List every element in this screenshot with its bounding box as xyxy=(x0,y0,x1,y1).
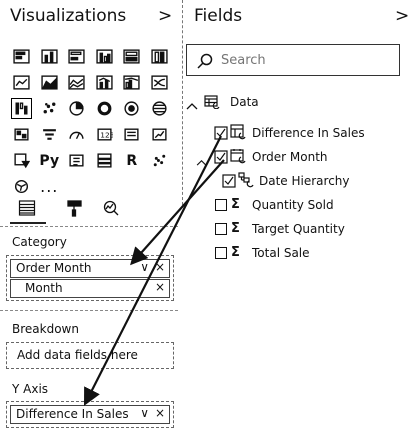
filled-map-icon[interactable] xyxy=(8,122,36,147)
checked-checkbox-icon[interactable] xyxy=(214,126,228,140)
field-pill-label: Difference In Sales xyxy=(16,407,129,421)
y-axis-well[interactable]: Difference In Sales ∨ × xyxy=(6,401,174,428)
category-field-order-month[interactable]: Order Month ∨ × xyxy=(10,259,170,278)
line-and-column-chart-icon[interactable] xyxy=(91,70,119,95)
svg-text:123: 123 xyxy=(100,131,113,140)
format-paint-roller-icon[interactable] xyxy=(64,196,86,220)
donut-chart-icon[interactable] xyxy=(91,96,119,121)
chevron-down-icon[interactable]: ∨ xyxy=(140,260,149,274)
category-field-month[interactable]: Month × xyxy=(10,279,170,298)
breakdown-placeholder: Add data fields here xyxy=(17,348,138,362)
table-icon xyxy=(204,94,220,113)
collapse-table-chevron-icon[interactable] xyxy=(186,95,198,114)
map-icon[interactable] xyxy=(146,96,174,121)
field-label: Order Month xyxy=(252,150,328,164)
tabs-divider xyxy=(0,226,178,227)
field-row-date-hierarchy[interactable] xyxy=(222,173,236,192)
category-well-label: Category xyxy=(12,235,67,249)
gauge-icon[interactable] xyxy=(63,122,91,147)
clustered-bar-chart-icon[interactable] xyxy=(63,44,91,69)
line-and-clustered-column-chart-icon[interactable] xyxy=(118,70,146,95)
kpi-icon[interactable] xyxy=(146,122,174,147)
field-label: Date Hierarchy xyxy=(259,174,350,188)
collapse-order-month-chevron-icon[interactable] xyxy=(196,151,207,170)
y-axis-field-difference-in-sales[interactable]: Difference In Sales ∨ × xyxy=(10,405,170,424)
chevron-down-icon[interactable]: ∨ xyxy=(140,406,149,420)
y-axis-well-label: Y Axis xyxy=(12,382,49,396)
100-percent-bar-chart-icon[interactable] xyxy=(118,44,146,69)
line-chart-icon[interactable] xyxy=(8,70,36,95)
multi-row-card-icon[interactable] xyxy=(118,122,146,147)
treemap-icon[interactable] xyxy=(118,96,146,121)
table-name-data[interactable]: Data xyxy=(230,95,259,109)
field-label[interactable]: Target Quantity xyxy=(252,222,345,236)
sigma-sum-icon: Σ xyxy=(231,197,240,212)
field-row-difference-in-sales[interactable] xyxy=(214,125,228,144)
funnel-icon[interactable] xyxy=(36,122,64,147)
analytics-magnifier-icon[interactable] xyxy=(100,196,122,220)
active-tab-underline xyxy=(10,222,46,224)
remove-field-icon[interactable]: × xyxy=(155,406,165,420)
search-input[interactable] xyxy=(221,51,391,69)
clustered-column-chart-icon[interactable] xyxy=(91,44,119,69)
field-label: Difference In Sales xyxy=(252,126,365,140)
slicer-icon[interactable] xyxy=(8,148,36,173)
area-chart-icon[interactable] xyxy=(36,70,64,95)
unchecked-checkbox-icon[interactable] xyxy=(215,199,227,211)
key-influencers-icon[interactable] xyxy=(63,148,91,173)
field-label[interactable]: Total Sale xyxy=(252,246,310,260)
visual-gallery: 123 Py R ... xyxy=(8,44,180,200)
fields-tab-icon[interactable] xyxy=(16,196,38,220)
card-icon[interactable]: 123 xyxy=(91,122,119,147)
remove-field-icon[interactable]: × xyxy=(155,260,165,274)
ribbon-chart-icon[interactable] xyxy=(146,70,174,95)
python-visual-icon[interactable]: Py xyxy=(36,148,64,173)
calculator-measure-icon xyxy=(230,124,246,144)
field-row-order-month[interactable] xyxy=(214,149,228,168)
calendar-icon xyxy=(230,148,246,168)
unchecked-checkbox-icon[interactable] xyxy=(215,247,227,259)
breakdown-well-label: Breakdown xyxy=(12,322,79,336)
sigma-sum-icon: Σ xyxy=(231,245,240,260)
hierarchy-icon xyxy=(238,172,254,192)
field-pill-label: Order Month xyxy=(16,261,92,275)
checked-checkbox-icon[interactable] xyxy=(222,174,236,188)
search-icon xyxy=(197,53,213,69)
scatter-chart-icon[interactable] xyxy=(36,96,64,121)
pie-chart-icon[interactable] xyxy=(63,96,91,121)
visualizations-title: Visualizations xyxy=(10,6,127,26)
sigma-sum-icon: Σ xyxy=(231,221,240,236)
fields-collapse-icon[interactable]: > xyxy=(395,6,409,26)
category-well[interactable]: Order Month ∨ × Month × xyxy=(6,255,174,301)
smart-narrative-icon[interactable] xyxy=(146,148,174,173)
r-visual-icon[interactable]: R xyxy=(118,148,146,173)
field-label[interactable]: Quantity Sold xyxy=(252,198,334,212)
pane-divider xyxy=(182,0,183,205)
100-percent-column-chart-icon[interactable] xyxy=(146,44,174,69)
visualizations-collapse-icon[interactable]: > xyxy=(158,6,172,26)
unchecked-checkbox-icon[interactable] xyxy=(215,223,227,235)
checked-checkbox-icon[interactable] xyxy=(214,150,228,164)
fields-search-box[interactable] xyxy=(186,44,400,76)
stacked-bar-chart-icon[interactable] xyxy=(8,44,36,69)
breakdown-well[interactable]: Add data fields here xyxy=(6,342,174,369)
stacked-area-chart-icon[interactable] xyxy=(63,70,91,95)
remove-field-icon[interactable]: × xyxy=(155,280,165,294)
fields-title: Fields xyxy=(194,6,243,26)
visualization-pane-tabs xyxy=(16,196,136,222)
waterfall-chart-icon[interactable] xyxy=(8,96,36,121)
stacked-column-chart-icon[interactable] xyxy=(36,44,64,69)
well-divider xyxy=(0,310,178,311)
field-pill-label: Month xyxy=(25,281,63,295)
decomposition-tree-icon[interactable] xyxy=(91,148,119,173)
